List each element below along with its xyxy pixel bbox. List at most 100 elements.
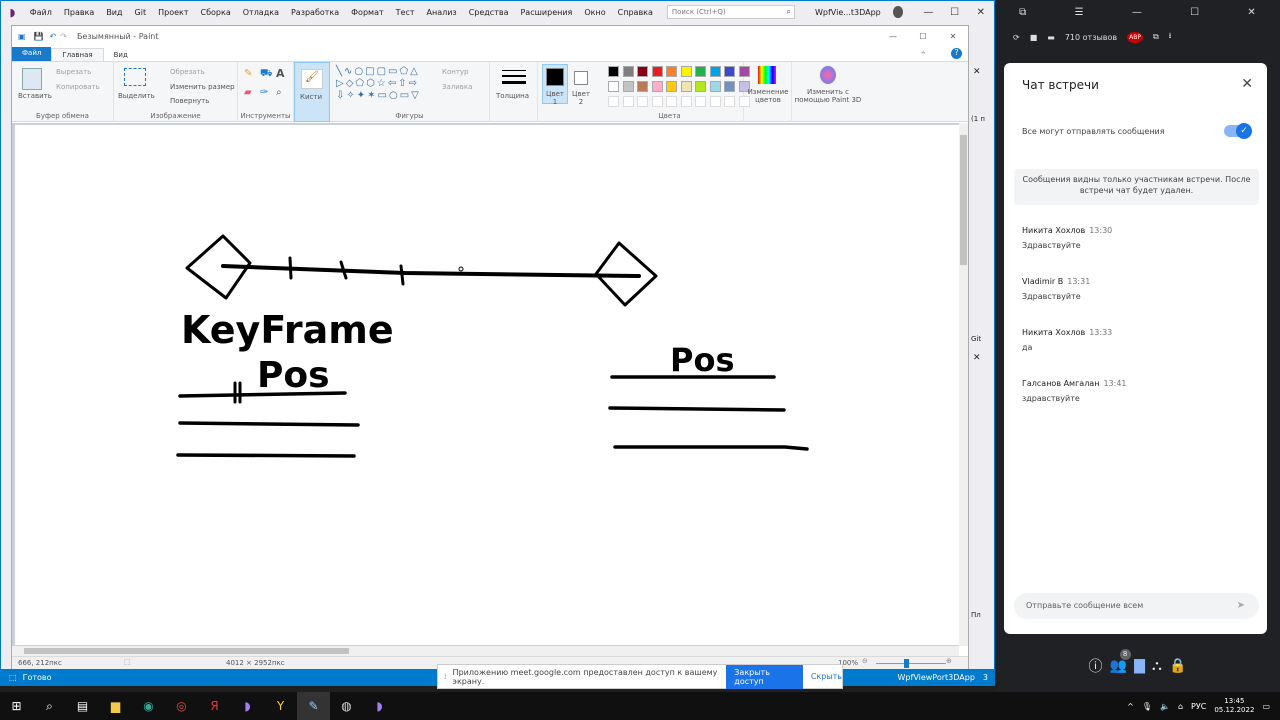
tab-view[interactable]: Вид <box>104 49 138 61</box>
menu-test[interactable]: Тест <box>390 8 421 17</box>
zoom-in-icon[interactable]: ⊕ <box>946 657 952 665</box>
chat-message-input[interactable]: Отправьте сообщение всем ➤ <box>1014 593 1259 619</box>
text-icon[interactable]: A <box>276 67 285 80</box>
canvas-hscrollbar[interactable] <box>12 646 959 656</box>
brushes-button[interactable]: 🖌 Кисти <box>294 62 330 122</box>
clock[interactable]: 13:45 05.12.2022 <box>1214 697 1254 715</box>
dock-close-icon[interactable]: ✕ <box>973 67 981 77</box>
palette-empty-swatch[interactable] <box>709 96 721 107</box>
dock-tab-3[interactable]: Пл <box>971 611 981 619</box>
select-button[interactable]: Выделить <box>118 92 155 100</box>
vs-logo-icon[interactable]: ◗ <box>1 1 24 23</box>
palette-color-swatch[interactable] <box>622 81 634 92</box>
obs-icon[interactable]: ◍ <box>330 692 363 720</box>
allow-messages-toggle[interactable]: ✓ <box>1224 123 1252 139</box>
start-icon[interactable]: ⊞ <box>0 692 33 720</box>
visual-studio-icon-2[interactable]: ◗ <box>363 692 396 720</box>
menu-window[interactable]: Окно <box>578 8 611 17</box>
redo-icon[interactable]: ↷ <box>60 32 67 41</box>
hide-share-bar-button[interactable]: Скрыть <box>811 672 842 681</box>
dock-tab-1[interactable]: (1 п <box>971 115 985 123</box>
shapes-gallery[interactable]: ╲∿○□▢▭⬠△ ▷◇⬠⬡☆⇦⇧⇨ ⇩✧✦✶▭○▭▽ <box>336 66 436 106</box>
copy-button[interactable]: Копировать <box>56 83 100 91</box>
visual-studio-icon[interactable]: ◗ <box>231 692 264 720</box>
camera-icon[interactable]: ■ <box>1030 33 1038 42</box>
palette-empty-swatch[interactable] <box>666 96 677 107</box>
task-view-icon[interactable]: ▤ <box>66 692 99 720</box>
yandex-icon[interactable]: Я <box>198 692 231 720</box>
palette-color-swatch[interactable] <box>651 81 663 92</box>
mic-icon[interactable]: 🎙 <box>1142 702 1152 711</box>
keyboard-lang[interactable]: РУС <box>1191 702 1206 711</box>
status-project[interactable]: WpfViewPort3DApp <box>898 673 975 682</box>
palette-color-swatch[interactable] <box>637 81 648 92</box>
refresh-icon[interactable]: ⟳ <box>1013 33 1020 42</box>
magnifier-icon[interactable]: ⌕ <box>276 87 282 98</box>
adblock-icon[interactable]: ABP <box>1127 31 1143 43</box>
chat-close-icon[interactable]: ✕ <box>1241 76 1253 92</box>
palette-color-swatch[interactable] <box>651 66 663 77</box>
screen-share-icon[interactable]: ⧉ <box>1019 7 1026 18</box>
drag-handle-icon[interactable]: ⁞ <box>444 672 447 681</box>
menu-icon[interactable]: ☰ <box>1075 7 1084 18</box>
browser-maximize-icon[interactable]: ☐ <box>1190 7 1199 18</box>
search-icon[interactable]: ⌕ <box>33 692 66 720</box>
paint-minimize-icon[interactable]: — <box>878 32 908 41</box>
menu-format[interactable]: Формат <box>345 8 389 17</box>
chrome-icon[interactable]: ◎ <box>165 692 198 720</box>
pencil-icon[interactable]: ✎ <box>244 68 252 79</box>
vs-search-input[interactable]: Поиск (Ctrl+Q) ⌕ <box>666 5 795 19</box>
browser-minimize-icon[interactable]: — <box>1132 7 1142 18</box>
palette-color-swatch[interactable] <box>709 81 721 92</box>
save-icon[interactable]: 💾 <box>34 32 44 41</box>
notifications-icon[interactable]: ▭ <box>1262 702 1270 711</box>
palette-color-swatch[interactable] <box>666 66 677 77</box>
edge-icon[interactable]: ◉ <box>132 692 165 720</box>
help-icon[interactable]: ? <box>951 48 962 59</box>
canvas-vscrollbar[interactable] <box>959 123 968 646</box>
palette-color-swatch[interactable] <box>724 66 735 77</box>
menu-tools[interactable]: Средства <box>463 8 515 17</box>
palette-color-swatch[interactable] <box>680 81 692 92</box>
palette-empty-swatch[interactable] <box>608 96 619 107</box>
download-icon[interactable]: ⭳ <box>1169 30 1172 44</box>
palette-empty-swatch[interactable] <box>695 96 706 107</box>
dock-close-icon-2[interactable]: ✕ <box>973 353 981 363</box>
zoom-slider[interactable] <box>876 663 946 664</box>
paint-maximize-icon[interactable]: ☐ <box>908 32 938 41</box>
menu-git[interactable]: Git <box>129 8 153 17</box>
eraser-icon[interactable]: ▰ <box>244 87 252 98</box>
undo-icon[interactable]: ↶ <box>50 32 57 41</box>
palette-empty-swatch[interactable] <box>651 96 663 107</box>
crop-button[interactable]: Обрезать <box>170 68 205 76</box>
menu-project[interactable]: Проект <box>152 8 194 17</box>
paint-close-icon[interactable]: ✕ <box>938 32 968 41</box>
ribbon-collapse-icon[interactable]: ⌃ <box>919 51 927 61</box>
file-explorer-icon[interactable]: ▆ <box>99 692 132 720</box>
menu-extensions[interactable]: Расширения <box>514 8 578 17</box>
palette-empty-swatch[interactable] <box>724 96 735 107</box>
hscroll-thumb[interactable] <box>24 648 349 654</box>
extensions-icon[interactable]: ⧉ <box>1153 32 1159 42</box>
palette-color-swatch[interactable] <box>608 66 619 77</box>
zoom-slider-thumb[interactable] <box>904 659 909 668</box>
vscroll-thumb[interactable] <box>960 135 967 265</box>
menu-debug[interactable]: Отладка <box>237 8 285 17</box>
palette-color-swatch[interactable] <box>666 81 677 92</box>
menu-help[interactable]: Справка <box>612 8 659 17</box>
chat-ext-icon[interactable]: ▬ <box>1047 33 1055 42</box>
browser-close-icon[interactable]: ✕ <box>1247 7 1255 18</box>
stop-sharing-button[interactable]: Закрыть доступ <box>726 664 803 689</box>
info-icon[interactable]: ⓘ <box>1089 656 1103 676</box>
dock-tab-git[interactable]: Git <box>971 335 981 343</box>
menu-design[interactable]: Разработка <box>285 8 345 17</box>
paste-button[interactable]: Вставить <box>18 92 52 100</box>
fill-button[interactable]: Заливка <box>442 83 472 91</box>
palette-color-swatch[interactable] <box>622 66 634 77</box>
tab-file[interactable]: Файл <box>12 47 52 61</box>
activities-icon[interactable]: ⛬ <box>1152 658 1162 674</box>
paint-taskbar-icon[interactable]: ✎ <box>297 692 330 720</box>
paint3d-button[interactable]: Изменить с помощью Paint 3D <box>792 62 864 122</box>
menu-edit[interactable]: Правка <box>58 8 100 17</box>
cut-button[interactable]: Вырезать <box>56 68 91 76</box>
